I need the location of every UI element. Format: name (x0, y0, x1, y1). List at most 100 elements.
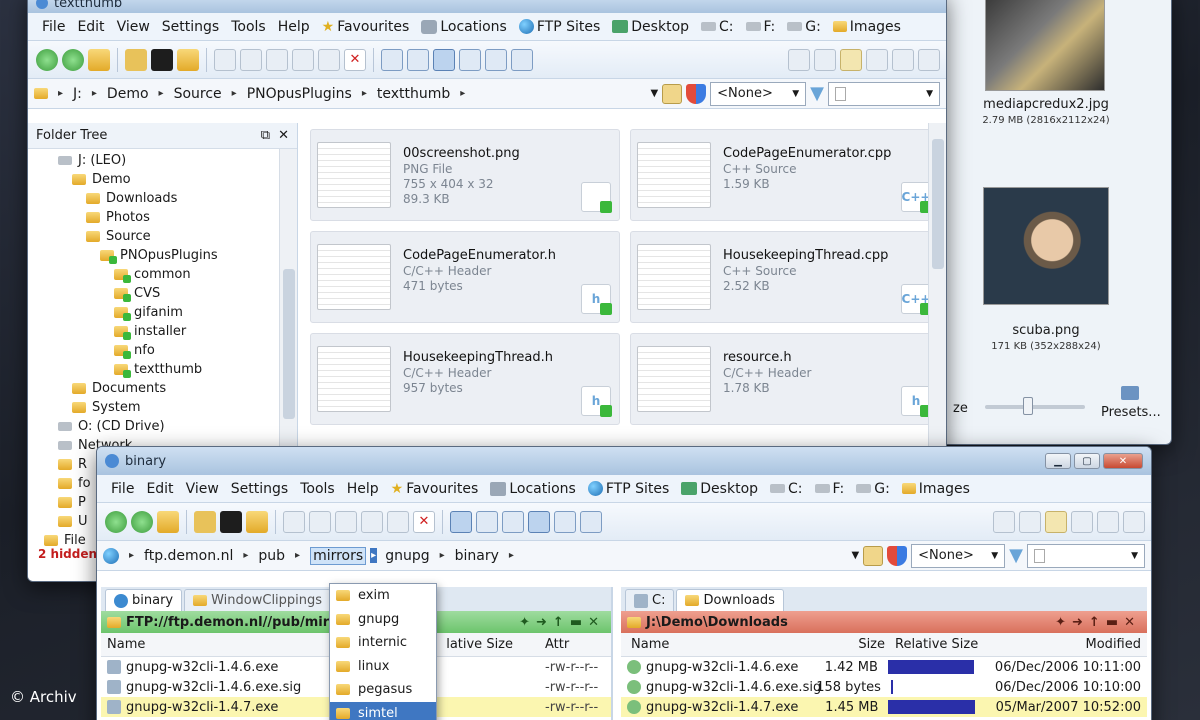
menu-edit[interactable]: Edit (71, 19, 110, 35)
tree-node[interactable]: PNOpusPlugins (100, 248, 218, 264)
menu-drive-g[interactable]: G: (850, 481, 896, 497)
breadcrumb-pnopusplugins[interactable]: PNOpusPlugins (247, 86, 352, 102)
tree-node[interactable]: Documents (72, 381, 166, 396)
filter-select[interactable]: <None> ▼ (911, 543, 1006, 568)
properties-icon[interactable] (292, 48, 314, 71)
menu-desktop[interactable]: Desktop (606, 19, 695, 35)
float-icon[interactable]: ⧉ (261, 128, 270, 143)
menu-images[interactable]: Images (896, 481, 976, 497)
tab-windowclippings[interactable]: WindowClippings (184, 589, 332, 611)
column-size[interactable]: Size (811, 637, 891, 652)
menu-item[interactable]: pegasus (330, 678, 436, 702)
tree-node[interactable]: Photos (86, 210, 150, 225)
tree-node[interactable]: J: (LEO) (58, 153, 126, 168)
terminal-icon[interactable] (220, 510, 242, 533)
find-icon[interactable] (387, 510, 409, 533)
filter-select[interactable]: <None> ▼ (710, 81, 807, 106)
tree-node[interactable]: installer (114, 324, 186, 340)
column-modified[interactable]: Modified (1001, 637, 1147, 652)
image-thumbnail-scuba[interactable] (983, 187, 1109, 305)
menu-help[interactable]: Help (272, 19, 316, 35)
menu-drive-g[interactable]: G: (781, 19, 827, 35)
location-dropdown-arrow[interactable]: ▼ (650, 88, 658, 99)
rename-icon[interactable] (266, 48, 288, 71)
user-icon[interactable] (814, 48, 836, 71)
quick-filter-field[interactable]: ▼ (1027, 543, 1145, 568)
tree-node[interactable]: common (114, 267, 191, 283)
menu-item[interactable]: exim (330, 584, 436, 608)
breadcrumb-source[interactable]: Source (174, 86, 222, 102)
tree-node[interactable]: fo (58, 476, 91, 491)
pane-nav-icons[interactable]: ✦➜↑▬✕ (519, 615, 605, 630)
forward-icon[interactable] (62, 48, 84, 71)
menu-tools[interactable]: Tools (225, 19, 272, 35)
column-name[interactable]: Name (621, 637, 811, 652)
tab-binary[interactable]: binary (105, 589, 183, 611)
back-icon[interactable] (36, 48, 58, 71)
tree-node[interactable]: CVS (114, 286, 160, 302)
viewer-pane-icon[interactable] (554, 510, 576, 533)
breadcrumb-binary[interactable]: binary (455, 548, 499, 564)
file-tile[interactable]: CodePageEnumerator.cpp C++ Source 1.59 KB C… (630, 129, 940, 221)
tree-node[interactable]: O: (CD Drive) (58, 419, 165, 434)
table-row[interactable]: gnupg-w32cli-1.4.6.exe.sig 158 bytes 06/De… (621, 677, 1147, 697)
list-view-icon[interactable] (407, 48, 429, 71)
tab-c-drive[interactable]: C: (625, 589, 675, 611)
title-bar[interactable]: textthumb (28, 0, 946, 13)
new-folder-icon[interactable] (177, 48, 199, 71)
tree-node[interactable]: R (58, 457, 87, 472)
tree-scrollbar-thumb[interactable] (283, 269, 295, 419)
breadcrumb-pub[interactable]: pub (258, 548, 285, 564)
lock-icon[interactable] (662, 83, 683, 104)
menu-edit[interactable]: Edit (140, 481, 179, 497)
tree-node[interactable]: Downloads (86, 191, 177, 206)
table-row[interactable]: gnupg-w32cli-1.4.6.exe 1.42 MB 06/Dec/2006… (621, 657, 1147, 677)
rename-icon[interactable] (335, 510, 357, 533)
filter-icon[interactable]: ▼ (1009, 545, 1023, 566)
dual-pane-icon[interactable] (528, 510, 550, 533)
column-relative-size[interactable]: lative Size (431, 637, 521, 652)
quick-filter-field[interactable]: ▼ (828, 81, 940, 106)
search-icon[interactable] (1071, 510, 1093, 533)
file-tile[interactable]: HousekeepingThread.h C/C++ Header 957 byte… (310, 333, 620, 425)
pane-nav-icons[interactable]: ✦➜↑▬✕ (1055, 615, 1141, 630)
user-icon[interactable] (1019, 510, 1041, 533)
properties-icon[interactable] (361, 510, 383, 533)
tree-node[interactable]: gifanim (114, 305, 183, 321)
menu-settings[interactable]: Settings (225, 481, 294, 497)
document-icon[interactable] (1045, 510, 1067, 533)
menu-view[interactable]: View (180, 481, 225, 497)
size-slider-thumb[interactable] (1023, 397, 1033, 415)
delete-icon[interactable]: ✕ (344, 48, 366, 71)
tree-node[interactable]: nfo (114, 343, 155, 359)
viewer-pane-icon[interactable] (485, 48, 507, 71)
menu-desktop[interactable]: Desktop (675, 481, 764, 497)
menu-item[interactable]: gnupg (330, 608, 436, 632)
computer-icon[interactable] (1097, 510, 1119, 533)
breadcrumb-demo[interactable]: Demo (107, 86, 149, 102)
back-icon[interactable] (105, 510, 127, 533)
delete-icon[interactable]: ✕ (413, 510, 435, 533)
tree-node[interactable]: File (44, 533, 86, 548)
menu-locations[interactable]: Locations (415, 19, 513, 35)
menu-drive-f[interactable]: F: (809, 481, 851, 497)
details-view-icon[interactable] (450, 510, 472, 533)
menu-locations[interactable]: Locations (484, 481, 582, 497)
menu-ftp-sites[interactable]: FTP Sites (582, 481, 675, 497)
find-icon[interactable] (318, 48, 340, 71)
minimize-button[interactable]: ▁ (1045, 453, 1071, 469)
music-icon[interactable] (993, 510, 1015, 533)
preview-icon[interactable] (580, 510, 602, 533)
file-tile[interactable]: resource.h C/C++ Header 1.78 KB h (630, 333, 940, 425)
size-slider[interactable] (985, 397, 1085, 415)
forward-icon[interactable] (131, 510, 153, 533)
tree-node[interactable]: P (58, 495, 86, 510)
title-bar[interactable]: binary ▁ ▢ ✕ (97, 447, 1151, 475)
close-button[interactable]: ✕ (1103, 453, 1143, 469)
close-icon[interactable]: ✕ (278, 128, 289, 143)
menu-item[interactable]: internic (330, 631, 436, 655)
tiles-scrollbar-thumb[interactable] (932, 139, 944, 269)
menu-settings[interactable]: Settings (156, 19, 225, 35)
folder-stats-icon[interactable] (194, 510, 216, 533)
menu-drive-c[interactable]: C: (695, 19, 740, 35)
